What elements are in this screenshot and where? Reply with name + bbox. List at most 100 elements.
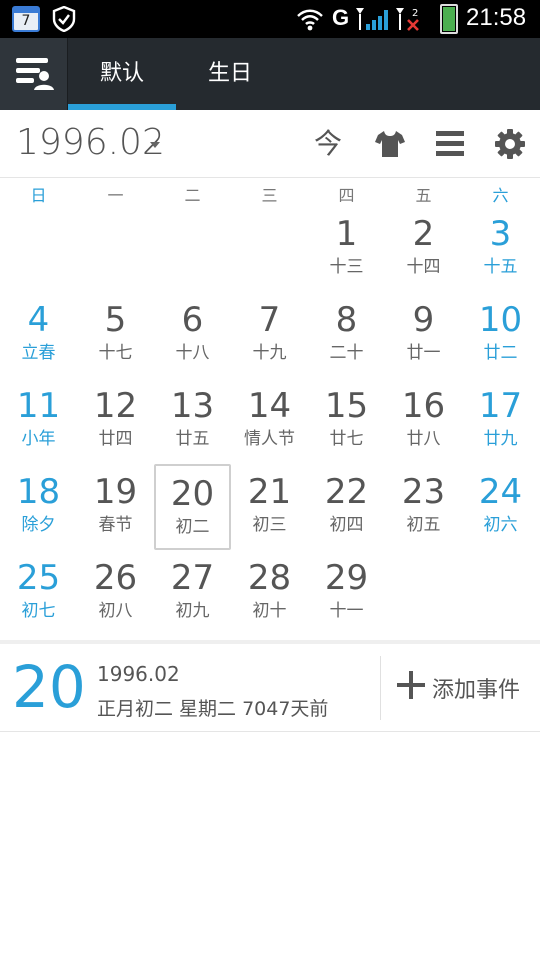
weekday-fri: 五	[415, 186, 432, 205]
calendar-day-cell[interactable]: 5 十七	[77, 292, 154, 378]
day-number: 15	[324, 386, 369, 426]
lunar-date: 初三	[252, 515, 287, 535]
calendar-day-cell[interactable]: 11 小年	[0, 378, 77, 464]
calendar-day-cell[interactable]: 28 初十	[231, 550, 308, 636]
lunar-date: 十五	[483, 257, 518, 277]
calendar-day-cell[interactable]: 16 廿八	[385, 378, 462, 464]
calendar-badge: 7	[21, 13, 31, 29]
calendar-day-cell[interactable]: 9 廿一	[385, 292, 462, 378]
weekday-mon: 一	[107, 186, 124, 205]
lunar-date: 廿五	[175, 429, 210, 449]
lunar-date: 十四	[406, 257, 441, 277]
day-number: 19	[93, 472, 138, 512]
calendar-day-cell[interactable]: 3 十五	[462, 206, 539, 292]
lunar-date: 初五	[406, 515, 441, 535]
lunar-date: 十一	[329, 601, 364, 621]
day-number: 21	[247, 472, 292, 512]
lunar-info: 正月初二 星期二 7047天前	[97, 698, 329, 720]
gear-icon[interactable]	[494, 128, 526, 160]
calendar-day-cell[interactable]: 24 初六	[462, 464, 539, 550]
signal-sim2-icon: 2	[396, 8, 419, 31]
lunar-date: 初二	[175, 517, 210, 537]
selected-month: 1996.02	[97, 662, 180, 686]
day-number: 7	[258, 300, 281, 340]
calendar-day-cell[interactable]: 20 初二	[154, 464, 231, 550]
shirt-icon[interactable]	[374, 128, 406, 160]
weekday-thu: 四	[338, 186, 355, 205]
day-number: 25	[16, 558, 61, 598]
calendar-day-cell[interactable]: 1 十三	[308, 206, 385, 292]
tab-birthday[interactable]: 生日	[176, 38, 284, 110]
calendar-day-cell[interactable]: 10 廿二	[462, 292, 539, 378]
calendar-day-cell[interactable]: 2 十四	[385, 206, 462, 292]
add-event-button[interactable]: 添加事件	[390, 664, 535, 712]
calendar-day-cell[interactable]: 8 二十	[308, 292, 385, 378]
day-number: 16	[401, 386, 446, 426]
day-number: 24	[478, 472, 523, 512]
day-number: 12	[93, 386, 138, 426]
selected-day-number: 20	[12, 653, 86, 721]
month-selector[interactable]: 1996.02	[16, 122, 165, 163]
day-number: 14	[247, 386, 292, 426]
day-number: 1	[335, 214, 358, 254]
lunar-date: 十九	[252, 343, 287, 363]
day-detail-panel: 20 1996.02 正月初二 星期二 7047天前 添加事件	[0, 644, 540, 732]
calendar-toolbar: 1996.02 今	[0, 110, 540, 178]
calendar-day-cell[interactable]: 14 情人节	[231, 378, 308, 464]
day-number: 11	[16, 386, 61, 426]
day-number: 4	[27, 300, 50, 340]
calendar-day-cell[interactable]: 17 廿九	[462, 378, 539, 464]
menu-button[interactable]	[0, 38, 68, 110]
today-icon[interactable]: 今	[312, 128, 344, 160]
lunar-date: 立春	[21, 343, 56, 363]
lunar-date: 初八	[98, 601, 133, 621]
calendar-day-cell[interactable]: 4 立春	[0, 292, 77, 378]
lunar-date: 二十	[329, 343, 364, 363]
lunar-date: 十八	[175, 343, 210, 363]
calendar-day-cell[interactable]: 15 廿七	[308, 378, 385, 464]
lunar-date: 廿七	[329, 429, 364, 449]
lunar-date: 初七	[21, 601, 56, 621]
plus-icon	[397, 671, 425, 699]
day-number: 10	[478, 300, 523, 340]
day-number: 28	[247, 558, 292, 598]
calendar-day-cell[interactable]: 13 廿五	[154, 378, 231, 464]
lunar-date: 廿一	[406, 343, 441, 363]
tab-default[interactable]: 默认	[68, 38, 176, 110]
lunar-date: 初六	[483, 515, 518, 535]
calendar-day-cell[interactable]: 22 初四	[308, 464, 385, 550]
calendar-day-cell[interactable]: 12 廿四	[77, 378, 154, 464]
calendar-day-cell[interactable]: 29 十一	[308, 550, 385, 636]
day-number: 6	[181, 300, 204, 340]
calendar-notification-icon: 7	[12, 6, 40, 32]
day-number: 3	[489, 214, 512, 254]
calendar-day-cell[interactable]: 18 除夕	[0, 464, 77, 550]
vertical-divider	[380, 656, 381, 720]
calendar-day-cell[interactable]: 23 初五	[385, 464, 462, 550]
signal-sim1-icon	[356, 8, 388, 30]
day-number: 23	[401, 472, 446, 512]
day-number: 9	[412, 300, 435, 340]
day-number: 29	[324, 558, 369, 598]
day-number: 18	[16, 472, 61, 512]
status-time: 21:58	[466, 4, 527, 31]
calendar-day-cell[interactable]: 7 十九	[231, 292, 308, 378]
calendar-day-cell[interactable]: 27 初九	[154, 550, 231, 636]
lunar-date: 除夕	[21, 515, 56, 535]
calendar-day-cell[interactable]: 25 初七	[0, 550, 77, 636]
day-number: 26	[93, 558, 138, 598]
caret-down-icon[interactable]	[150, 142, 160, 148]
calendar-day-cell[interactable]: 21 初三	[231, 464, 308, 550]
calendar-day-cell[interactable]: 6 十八	[154, 292, 231, 378]
add-event-label: 添加事件	[432, 678, 521, 703]
day-number: 20	[170, 474, 215, 514]
calendar-day-cell[interactable]: 19 春节	[77, 464, 154, 550]
lunar-date: 十七	[98, 343, 133, 363]
weekday-sun: 日	[30, 186, 47, 205]
day-number: 5	[104, 300, 127, 340]
calendar-day-cell[interactable]: 26 初八	[77, 550, 154, 636]
lunar-date: 初九	[175, 601, 210, 621]
lunar-date: 初十	[252, 601, 287, 621]
calendar-grid: 1 十三 2 十四 3 十五 4 立春 5 十七 6 十八 7 十九 8 二十 9 廿一 10 廿二 11 小年 12 廿四 1…	[0, 206, 540, 636]
list-icon[interactable]	[434, 128, 466, 160]
